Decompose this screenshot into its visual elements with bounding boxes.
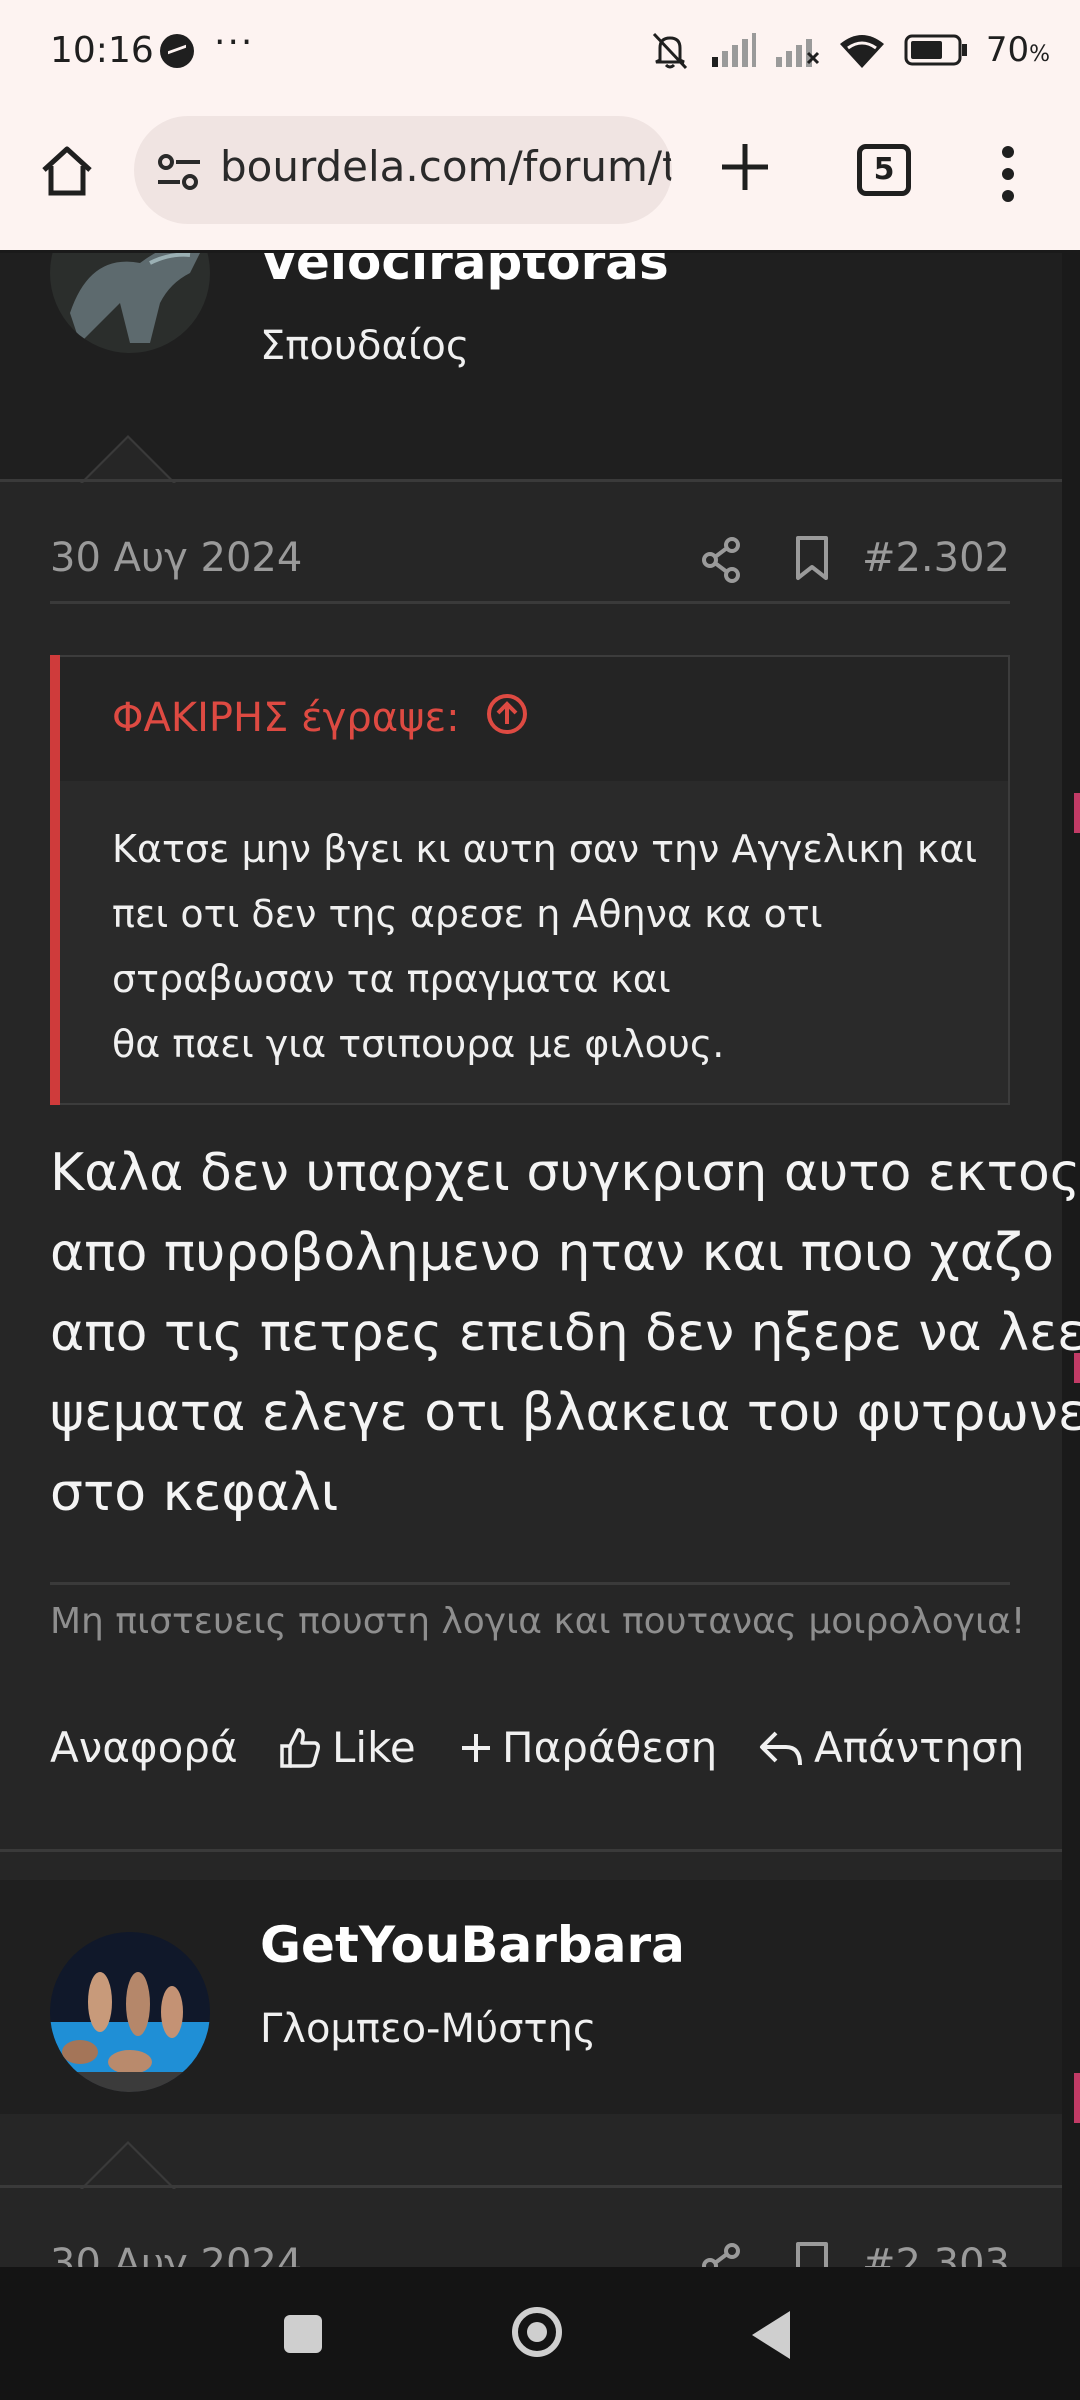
post-number[interactable]: #2.303	[862, 2241, 1010, 2267]
reply-icon	[760, 1731, 802, 1765]
share-icon[interactable]	[700, 2243, 742, 2267]
post-line: απο πυροβολημενο ηταν και ποιο χαζο	[50, 1223, 1055, 1283]
quote-line: θα παει για τσιπουρα με φιλους.	[112, 1022, 725, 1066]
browser-menu-button[interactable]	[1000, 146, 1016, 202]
more-notifications-icon: ···	[214, 22, 255, 63]
plus-icon	[722, 144, 768, 190]
arrow-pointer	[80, 2141, 176, 2190]
share-icon[interactable]	[700, 537, 742, 583]
reply-label: Απάντηση	[814, 1723, 1025, 1772]
post-line: απο τις πετρες επειδη δεν ηξερε να λεει	[50, 1303, 1080, 1363]
status-time: 10:16	[50, 30, 154, 71]
home-button[interactable]	[36, 140, 98, 202]
messenger-icon	[160, 34, 194, 68]
back-button[interactable]	[752, 2311, 790, 2359]
status-bar: 10:16 ··· 70%	[0, 0, 1080, 110]
post-number[interactable]: #2.302	[862, 535, 1010, 581]
quote-author[interactable]: ΦΑΚΙΡΗΣ έγραψε:	[112, 695, 460, 741]
user-title: Σπουδαίος	[260, 323, 470, 369]
thread-content: Velociraptoras Σπουδαίος 30 Αυγ 2024 #2.…	[0, 253, 1080, 2267]
post-line: στο κεφαλι	[50, 1463, 339, 1523]
quote-label: Παράθεση	[502, 1723, 718, 1772]
bookmark-icon[interactable]	[794, 535, 830, 581]
tab-switcher-button[interactable]: 5	[857, 144, 911, 196]
signal-no-service-icon	[774, 33, 820, 67]
reply-button[interactable]: Απάντηση	[758, 1723, 1024, 1772]
quote-header: ΦΑΚΙΡΗΣ έγραψε:	[60, 657, 1008, 781]
browser-toolbar: bourdela.com/forum/t 5	[0, 110, 1080, 253]
recents-button[interactable]	[284, 2315, 322, 2353]
system-nav-bar	[0, 2267, 1080, 2400]
jump-to-quote-icon[interactable]	[486, 693, 528, 735]
new-tab-button[interactable]	[716, 138, 774, 196]
scroll-edge	[1062, 253, 1080, 2267]
quote-button[interactable]: Παράθεση	[460, 1723, 717, 1772]
post-body: Καλα δεν υπαρχει συγκριση αυτο εκτος απο…	[50, 1133, 1080, 1533]
arrow-pointer	[80, 435, 176, 484]
thumbs-up-icon	[280, 1727, 320, 1768]
quote-accent-bar	[50, 655, 60, 1105]
like-button[interactable]: Like	[278, 1723, 416, 1772]
post-actions: Αναφορά Like Παράθεση Απάντηση	[50, 1723, 1024, 1793]
user-block: GetYouBarbara Γλομπεο-Μύστης	[0, 1880, 1062, 2114]
quote-line: Κατσε μην βγει κι αυτη σαν την Αγγελικη …	[112, 827, 978, 871]
battery-icon	[904, 34, 968, 66]
avatar[interactable]	[50, 1932, 210, 2092]
bookmark-icon[interactable]	[794, 2241, 830, 2267]
url-text: bourdela.com/forum/t	[220, 142, 672, 191]
username[interactable]: Velociraptoras	[260, 253, 669, 291]
wifi-icon	[838, 32, 886, 68]
quote-line: πει οτι δεν της αρεσε η Αθηνα κα οτι	[112, 892, 823, 936]
divider	[0, 2185, 1062, 2188]
username[interactable]: GetYouBarbara	[260, 1916, 685, 1974]
signature: Μη πιστευεις πουστη λογια και πουτανας μ…	[50, 1601, 1026, 1642]
report-label: Αναφορά	[50, 1723, 238, 1772]
quote-text: Κατσε μην βγει κι αυτη σαν την Αγγελικη …	[112, 817, 992, 1077]
quote-block: ΦΑΚΙΡΗΣ έγραψε: Κατσε μην βγει κι αυτη σ…	[50, 655, 1010, 1105]
avatar[interactable]	[50, 253, 210, 353]
post-meta: 30 Αυγ 2024 #2.303	[50, 2227, 1010, 2267]
post-date[interactable]: 30 Αυγ 2024	[50, 535, 302, 581]
address-bar[interactable]: bourdela.com/forum/t	[134, 116, 672, 224]
signal-icon	[710, 33, 756, 67]
quote-line: στραβωσαν τα πραγματα και	[112, 957, 671, 1001]
post-separator	[0, 1849, 1062, 1852]
divider	[0, 479, 1062, 482]
home-nav-button[interactable]	[512, 2307, 562, 2357]
post-meta: 30 Αυγ 2024 #2.302	[50, 521, 1010, 604]
post-line: Καλα δεν υπαρχει συγκριση αυτο εκτος	[50, 1143, 1080, 1203]
plus-icon	[462, 1733, 490, 1762]
user-title: Γλομπεο-Μύστης	[260, 2006, 597, 2052]
post-line: ψεματα ελεγε οτι βλακεια του φυτρωνε	[50, 1383, 1080, 1443]
report-button[interactable]: Αναφορά	[50, 1723, 238, 1772]
like-label: Like	[332, 1723, 416, 1772]
post-date[interactable]: 30 Αυγ 2024	[50, 2241, 302, 2267]
site-settings-icon[interactable]	[156, 152, 202, 192]
home-icon	[42, 146, 92, 196]
signature-divider	[50, 1582, 1010, 1585]
battery-percent: 70%	[985, 30, 1050, 70]
muted-bell-icon	[648, 30, 692, 70]
